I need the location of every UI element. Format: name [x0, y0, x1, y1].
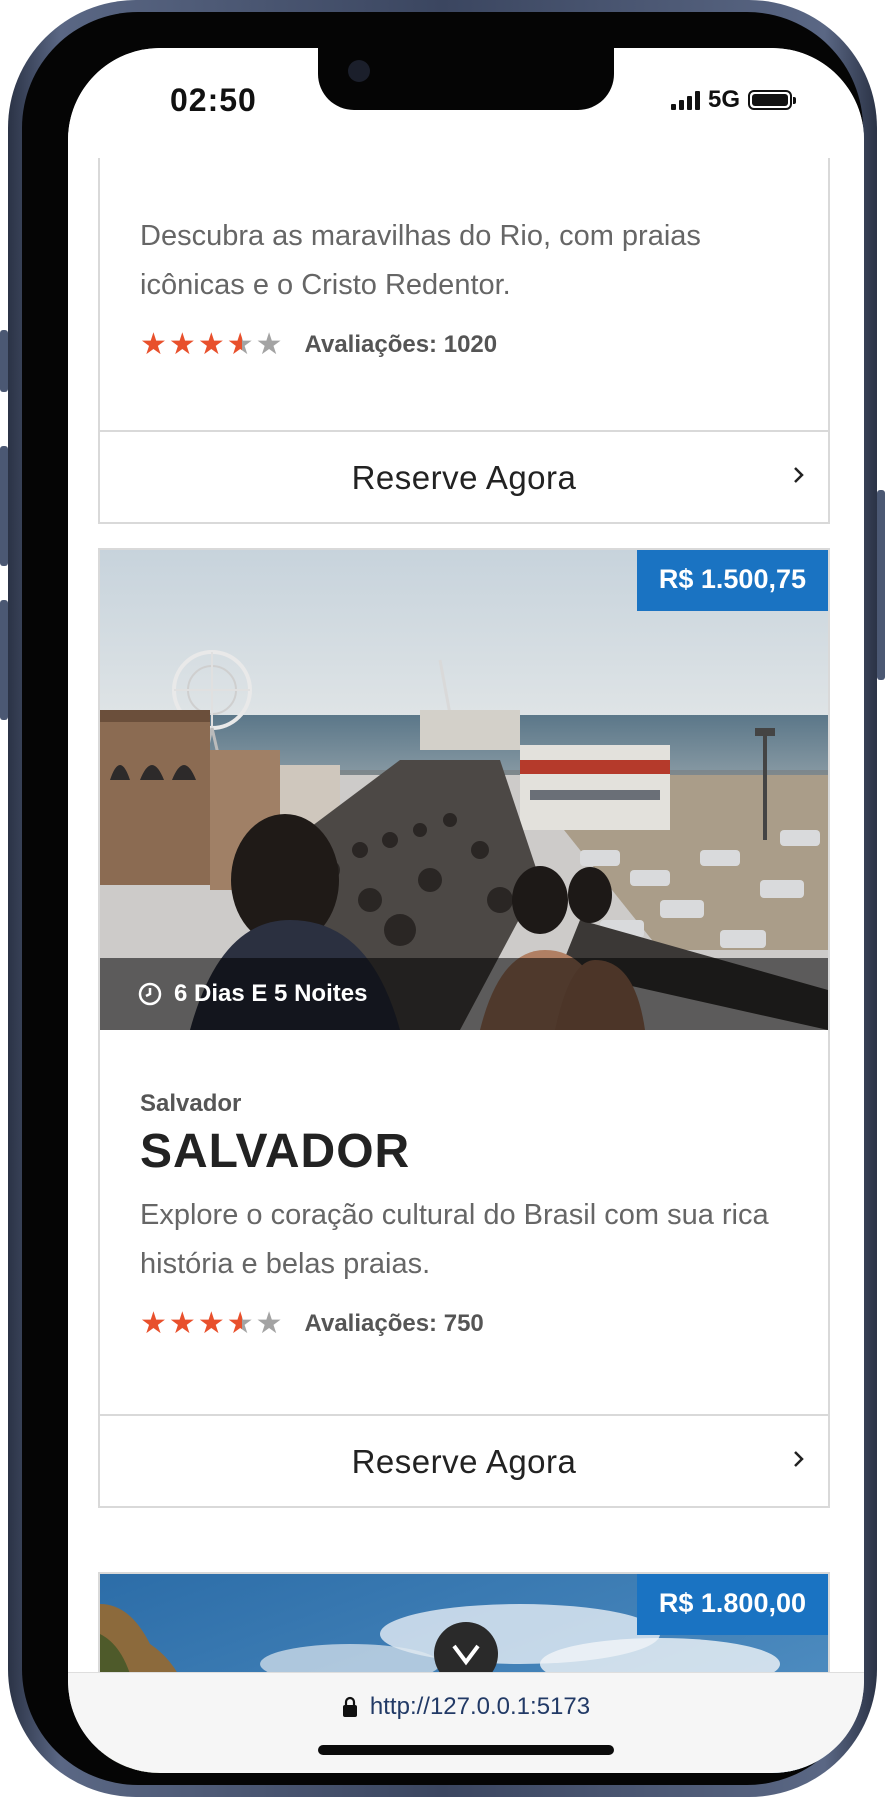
- duration-overlay: 6 Dias E 5 Noites: [100, 958, 828, 1030]
- url-text[interactable]: http://127.0.0.1:5173: [370, 1693, 590, 1721]
- rating-stars: ★ ★ ★ ★ ★: [140, 330, 283, 360]
- star-icon: ★: [140, 327, 167, 362]
- phone-frame: Descubra as maravilhas do Rio, com praia…: [0, 0, 885, 1797]
- star-icon: ★: [197, 327, 225, 362]
- star-half-icon: ★: [226, 1306, 254, 1341]
- phone-bezel: Descubra as maravilhas do Rio, com praia…: [22, 12, 864, 1785]
- reserve-button[interactable]: Reserve Agora: [100, 1414, 828, 1508]
- destination-title: SALVADOR: [140, 1125, 411, 1178]
- destination-photo: R$ 1.500,75 6 Dias E 5 Noites: [100, 550, 828, 1030]
- card-body: Descubra as maravilhas do Rio, com praia…: [140, 212, 788, 360]
- mute-switch: [0, 330, 8, 392]
- lock-icon: [342, 1696, 357, 1717]
- destination-subtitle: Salvador: [140, 1090, 242, 1117]
- rating-stars: ★ ★ ★ ★ ★: [140, 1309, 283, 1339]
- price-badge: R$ 1.500,75: [636, 550, 828, 611]
- card-body: Salvador SALVADOR Explore o coração cult…: [140, 1090, 788, 1339]
- home-indicator[interactable]: [318, 1745, 614, 1755]
- reviews-count: Avaliações: 1020: [304, 331, 498, 358]
- notch: [318, 48, 614, 110]
- screen: Descubra as maravilhas do Rio, com praia…: [68, 48, 864, 1773]
- chevron-right-icon: [794, 1451, 804, 1467]
- camera-icon: [348, 60, 370, 82]
- destination-card-salvador: R$ 1.500,75 6 Dias E 5 Noites Salvador S…: [98, 548, 830, 1508]
- chevron-right-icon: [794, 467, 804, 483]
- destination-card-rio: Descubra as maravilhas do Rio, com praia…: [98, 148, 830, 524]
- network-label: 5G: [707, 86, 740, 113]
- volume-down-button: [0, 600, 8, 720]
- card-description: Explore o coração cultural do Brasil com…: [140, 1199, 769, 1280]
- rating-row: ★ ★ ★ ★ ★ Avaliações: 1020: [140, 330, 788, 360]
- rating-row: ★ ★ ★ ★ ★ Avaliações: 750: [140, 1309, 788, 1339]
- clock-icon: [138, 982, 162, 1006]
- star-empty-icon: ★: [255, 1306, 283, 1341]
- star-icon: ★: [168, 327, 196, 362]
- star-half-icon: ★: [226, 327, 254, 362]
- power-button: [877, 490, 885, 680]
- url-wrap: http://127.0.0.1:5173: [68, 1693, 864, 1721]
- card-description: Descubra as maravilhas do Rio, com praia…: [140, 220, 701, 301]
- reserve-button[interactable]: Reserve Agora: [100, 430, 828, 524]
- reserve-button-label: Reserve Agora: [351, 459, 577, 496]
- battery-icon: [748, 90, 796, 110]
- reviews-count: Avaliações: 750: [304, 1310, 484, 1337]
- star-icon: ★: [197, 1306, 225, 1341]
- status-time: 02:50: [170, 82, 257, 118]
- status-indicators: 5G: [670, 86, 796, 114]
- reserve-button-label: Reserve Agora: [351, 1443, 577, 1480]
- price-badge: R$ 1.800,00: [636, 1574, 828, 1635]
- page-content: Descubra as maravilhas do Rio, com praia…: [68, 48, 864, 1773]
- star-icon: ★: [168, 1306, 196, 1341]
- status-bar: 02:50 5G: [68, 48, 864, 158]
- star-icon: ★: [140, 1306, 167, 1341]
- duration-text: 6 Dias E 5 Noites: [174, 980, 368, 1007]
- signal-icon: [670, 90, 700, 110]
- star-empty-icon: ★: [255, 327, 283, 362]
- browser-url-bar[interactable]: http://127.0.0.1:5173: [68, 1672, 864, 1773]
- volume-up-button: [0, 446, 8, 566]
